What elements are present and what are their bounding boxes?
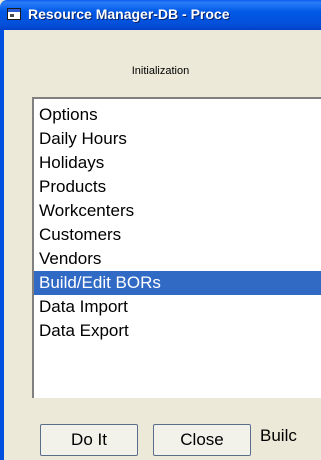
- section-header: Initialization: [131, 65, 190, 77]
- list-item[interactable]: Data Import: [34, 295, 321, 319]
- list-item[interactable]: Holidays: [34, 151, 321, 175]
- close-button[interactable]: Close: [153, 424, 251, 456]
- list-item[interactable]: Customers: [34, 223, 321, 247]
- window-frame-left: [0, 30, 4, 460]
- title-bar[interactable]: Resource Manager-DB - Proce: [0, 0, 321, 30]
- list-item[interactable]: Products: [34, 175, 321, 199]
- list-item[interactable]: Vendors: [34, 247, 321, 271]
- window-title: Resource Manager-DB - Proce: [28, 6, 230, 22]
- do-it-button[interactable]: Do It: [40, 424, 138, 456]
- list-item[interactable]: Options: [34, 103, 321, 127]
- list-item[interactable]: Daily Hours: [34, 127, 321, 151]
- window-app-icon[interactable]: [7, 8, 21, 20]
- options-listbox[interactable]: Options Daily Hours Holidays Products Wo…: [32, 97, 321, 398]
- list-item[interactable]: Data Export: [34, 319, 321, 343]
- list-item[interactable]: Workcenters: [34, 199, 321, 223]
- status-label: Builc: [260, 426, 297, 445]
- list-item-selected[interactable]: Build/Edit BORs: [34, 271, 321, 295]
